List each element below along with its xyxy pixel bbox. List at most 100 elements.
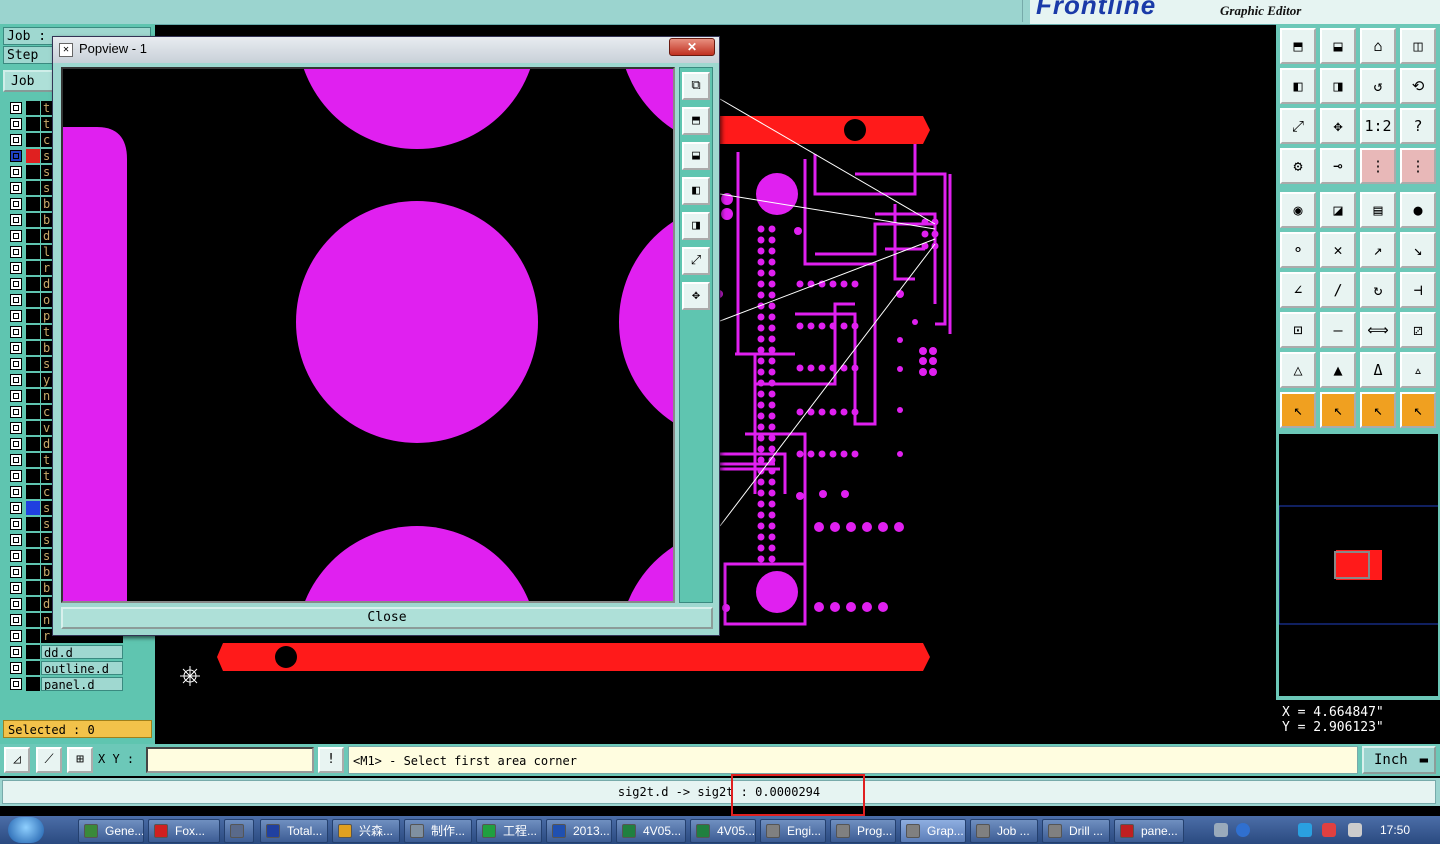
taskbar-button[interactable]: Grap... — [900, 819, 966, 843]
layer-checkbox[interactable] — [10, 406, 22, 418]
close-icon[interactable]: ✕ — [669, 38, 715, 56]
layer-row[interactable]: dd.d — [4, 644, 124, 660]
layer-checkbox[interactable] — [10, 182, 22, 194]
layer-color-swatch[interactable] — [26, 133, 40, 147]
scale-icon[interactable]: 1:2 — [1360, 108, 1396, 144]
split-view-icon[interactable]: ◫ — [1400, 28, 1436, 64]
layer-down-icon[interactable]: ⬓ — [1320, 28, 1356, 64]
layer-color-swatch[interactable] — [26, 197, 40, 211]
attribute-icon[interactable]: ⚂ — [1400, 312, 1436, 348]
layer-checkbox[interactable] — [10, 118, 22, 130]
ruler-icon[interactable]: ▤ — [1360, 192, 1396, 228]
filter2-icon[interactable]: ⋮ — [1400, 148, 1436, 184]
pointer-box-icon[interactable]: ↖ — [1320, 392, 1356, 428]
layer-color-swatch[interactable] — [26, 261, 40, 275]
layer-checkbox[interactable] — [10, 518, 22, 530]
start-button[interactable] — [8, 817, 44, 843]
layer-checkbox[interactable] — [10, 150, 22, 162]
layer-checkbox[interactable] — [10, 614, 22, 626]
feature-icon[interactable]: ◪ — [1320, 192, 1356, 228]
layer-checkbox[interactable] — [10, 310, 22, 322]
dot-icon[interactable]: ● — [1400, 192, 1436, 228]
xy-input[interactable] — [146, 747, 314, 773]
arc-icon[interactable]: ▲ — [1320, 352, 1356, 388]
layer-checkbox[interactable] — [10, 422, 22, 434]
units-dropdown[interactable]: Inch ▬ — [1362, 746, 1436, 774]
layer-color-swatch[interactable] — [26, 549, 40, 563]
taskbar-button[interactable]: pane... — [1114, 819, 1184, 843]
layer-color-swatch[interactable] — [26, 389, 40, 403]
taskbar-button[interactable]: Gene... — [78, 819, 144, 843]
taskbar-button[interactable] — [224, 819, 254, 843]
layer-checkbox[interactable] — [10, 646, 22, 658]
layer-checkbox[interactable] — [10, 662, 22, 674]
layer-checkbox[interactable] — [10, 486, 22, 498]
layer-color-swatch[interactable] — [26, 277, 40, 291]
home-icon[interactable]: ⌂ — [1360, 28, 1396, 64]
layer-color-swatch[interactable] — [26, 501, 40, 515]
rotate-icon[interactable]: ↻ — [1360, 272, 1396, 308]
layer-color-swatch[interactable] — [26, 469, 40, 483]
layer-checkbox[interactable] — [10, 166, 22, 178]
layer-checkbox[interactable] — [10, 326, 22, 338]
taskbar-button[interactable]: Total... — [260, 819, 328, 843]
snap-icon[interactable]: ↗ — [1360, 232, 1396, 268]
zoom-fit-icon[interactable]: ⤢ — [682, 247, 710, 275]
layer-checkbox[interactable] — [10, 102, 22, 114]
layer-color-swatch[interactable] — [26, 325, 40, 339]
warning-button[interactable]: ! — [318, 747, 344, 773]
pointer-route-icon[interactable]: ↖ — [1400, 392, 1436, 428]
layer-row[interactable]: outline.d — [4, 660, 124, 676]
close-button[interactable]: Close — [61, 607, 713, 629]
taskbar-button[interactable]: Job ... — [970, 819, 1038, 843]
layer-checkbox[interactable] — [10, 566, 22, 578]
layer-color-swatch[interactable] — [26, 677, 40, 691]
layer-down-icon[interactable]: ⬓ — [682, 142, 710, 170]
layer-color-swatch[interactable] — [26, 629, 40, 643]
layer-checkbox[interactable] — [10, 630, 22, 642]
next-icon[interactable]: ◨ — [682, 212, 710, 240]
layer-name[interactable]: panel.d — [41, 677, 123, 691]
pan-icon[interactable]: ✥ — [682, 282, 710, 310]
node-icon[interactable]: ⚬ — [1280, 232, 1316, 268]
probe-icon[interactable]: ⊸ — [1320, 148, 1356, 184]
layer-color-swatch[interactable] — [26, 101, 40, 115]
layer-color-swatch[interactable] — [26, 565, 40, 579]
help-icon[interactable]: ? — [1400, 108, 1436, 144]
layer-color-swatch[interactable] — [26, 645, 40, 659]
taskbar-button[interactable]: Drill ... — [1042, 819, 1110, 843]
layer-color-swatch[interactable] — [26, 437, 40, 451]
line-icon[interactable]: ∕ — [1320, 272, 1356, 308]
layer-color-swatch[interactable] — [26, 309, 40, 323]
taskbar-button[interactable]: 制作... — [404, 819, 472, 843]
layer-color-swatch[interactable] — [26, 517, 40, 531]
pointer-circle-icon[interactable]: ↖ — [1360, 392, 1396, 428]
stretch-icon[interactable]: ⟺ — [1360, 312, 1396, 348]
layer-checkbox[interactable] — [10, 294, 22, 306]
taskbar-button[interactable]: Fox... — [148, 819, 220, 843]
layer-checkbox[interactable] — [10, 262, 22, 274]
flip-icon[interactable]: ⊣ — [1400, 272, 1436, 308]
taskbar-button[interactable]: Prog... — [830, 819, 896, 843]
shape-icon[interactable]: ▵ — [1400, 352, 1436, 388]
triangle-icon[interactable]: △ — [1280, 352, 1316, 388]
delete-icon[interactable]: ✕ — [1320, 232, 1356, 268]
next-icon[interactable]: ◨ — [1320, 68, 1356, 104]
pan-icon[interactable]: ✥ — [1320, 108, 1356, 144]
layer-checkbox[interactable] — [10, 470, 22, 482]
mini-navigator[interactable] — [1278, 434, 1438, 696]
volume-icon[interactable] — [1348, 823, 1362, 837]
layer-color-swatch[interactable] — [26, 485, 40, 499]
layer-checkbox[interactable] — [10, 438, 22, 450]
layer-color-swatch[interactable] — [26, 149, 40, 163]
taskbar-button[interactable]: 工程... — [476, 819, 542, 843]
taskbar-button[interactable]: 2013... — [546, 819, 612, 843]
layer-color-swatch[interactable] — [26, 341, 40, 355]
filter-icon[interactable]: ⋮ — [1360, 148, 1396, 184]
redo-icon[interactable]: ⟲ — [1400, 68, 1436, 104]
taskbar-button[interactable]: 兴森... — [332, 819, 400, 843]
layer-name[interactable]: outline.d — [41, 661, 123, 675]
layer-checkbox[interactable] — [10, 534, 22, 546]
layer-checkbox[interactable] — [10, 246, 22, 258]
layer-color-swatch[interactable] — [26, 117, 40, 131]
